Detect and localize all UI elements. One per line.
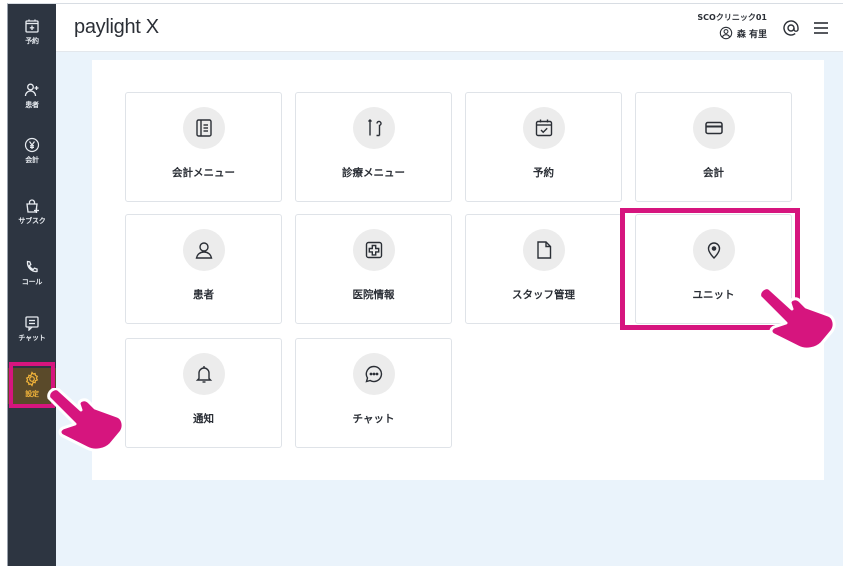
sidebar-item-label: サブスク bbox=[18, 217, 46, 225]
yen-icon bbox=[24, 137, 40, 153]
card-treatment-menu[interactable]: 診療メニュー bbox=[295, 92, 452, 202]
medical-cross-icon bbox=[365, 241, 382, 259]
sidebar-item-label: 患者 bbox=[25, 101, 39, 109]
menu-icon bbox=[814, 22, 828, 34]
sidebar-item-subscription[interactable]: サブスク bbox=[8, 198, 56, 242]
card-staff-management[interactable]: スタッフ管理 bbox=[465, 214, 622, 324]
card-icon-circle bbox=[182, 353, 225, 395]
at-icon bbox=[783, 20, 799, 36]
card-icon-circle bbox=[692, 107, 735, 149]
clinic-name: SCOクリニック01 bbox=[697, 13, 767, 22]
sidebar-item-reservation[interactable]: 予約 bbox=[8, 18, 56, 62]
card-accounting[interactable]: 会計 bbox=[635, 92, 792, 202]
sidebar-item-label: コール bbox=[21, 278, 43, 286]
pointing-hand-icon bbox=[758, 287, 836, 351]
user-name: 森 有里 bbox=[736, 29, 767, 40]
card-label: 会計 bbox=[703, 167, 724, 179]
chat-bubble-icon bbox=[364, 365, 382, 383]
card-label: 診療メニュー bbox=[342, 167, 405, 179]
user-account[interactable]: 森 有里 bbox=[719, 26, 767, 40]
sidebar-item-chat[interactable]: チャット bbox=[8, 315, 56, 359]
card-icon-circle bbox=[352, 229, 395, 271]
card-notification[interactable]: 通知 bbox=[125, 338, 282, 448]
card-accounting-menu[interactable]: 会計メニュー bbox=[125, 92, 282, 202]
card-icon-circle bbox=[522, 107, 565, 149]
card-reservation[interactable]: 予約 bbox=[465, 92, 622, 202]
card-icon-circle bbox=[352, 353, 395, 395]
app-window: 予約 患者 会計 サブスク コール チャット 設定 paylight X SCO… bbox=[7, 3, 843, 566]
user-circle-icon bbox=[719, 26, 733, 40]
card-label: 通知 bbox=[193, 413, 214, 425]
card-icon-circle bbox=[522, 229, 565, 271]
bag-plus-icon bbox=[26, 199, 39, 213]
card-icon-circle bbox=[182, 229, 225, 271]
app-logo: paylight X bbox=[74, 16, 159, 38]
sidebar-item-label: チャット bbox=[18, 334, 46, 342]
card-label: 会計メニュー bbox=[172, 167, 235, 179]
sidebar-item-label: 予約 bbox=[25, 37, 39, 45]
list-document-icon bbox=[195, 119, 212, 137]
card-label: 医院情報 bbox=[352, 289, 395, 301]
card-icon-circle bbox=[352, 107, 395, 149]
credit-card-icon bbox=[704, 121, 723, 135]
card-clinic-info[interactable]: 医院情報 bbox=[295, 214, 452, 324]
card-label: 予約 bbox=[533, 167, 554, 179]
chat-icon bbox=[25, 316, 39, 331]
user-icon bbox=[195, 242, 212, 259]
calendar-check-icon bbox=[535, 119, 552, 137]
card-chat[interactable]: チャット bbox=[295, 338, 452, 448]
sidebar-item-accounting[interactable]: 会計 bbox=[8, 137, 56, 181]
sidebar-item-call[interactable]: コール bbox=[8, 259, 56, 303]
card-icon-circle bbox=[182, 107, 225, 149]
phone-icon bbox=[26, 260, 38, 273]
card-label: チャット bbox=[352, 413, 395, 425]
pointing-hand-icon bbox=[47, 388, 125, 452]
bell-icon bbox=[195, 366, 212, 383]
card-label: 患者 bbox=[193, 289, 214, 301]
card-label: スタッフ管理 bbox=[512, 289, 575, 301]
hamburger-menu-button[interactable] bbox=[811, 18, 831, 38]
calendar-plus-icon bbox=[25, 19, 39, 33]
mention-button[interactable] bbox=[781, 18, 801, 38]
card-patient[interactable]: 患者 bbox=[125, 214, 282, 324]
user-plus-icon bbox=[24, 83, 39, 97]
sidebar-item-label: 会計 bbox=[25, 156, 39, 164]
top-header: paylight X SCOクリニック01 森 有里 bbox=[56, 4, 843, 52]
sidebar-item-patient[interactable]: 患者 bbox=[8, 82, 56, 126]
dental-tools-icon bbox=[367, 119, 382, 137]
sidebar: 予約 患者 会計 サブスク コール チャット 設定 bbox=[8, 4, 56, 566]
file-icon bbox=[536, 241, 551, 259]
